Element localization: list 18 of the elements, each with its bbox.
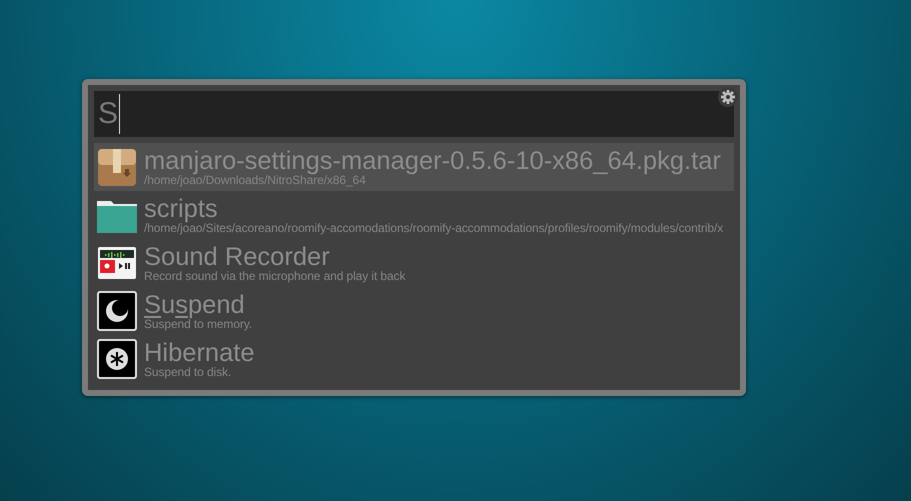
search-field[interactable]: S bbox=[94, 91, 734, 137]
result-title: Hibernate bbox=[144, 340, 255, 366]
result-item[interactable]: Sound Recorder Record sound via the microphone and play it back bbox=[94, 239, 734, 287]
result-description: Record sound via the microphone and play it back bbox=[144, 270, 406, 282]
result-description: Suspend to memory. bbox=[144, 318, 252, 330]
result-description: Suspend to disk. bbox=[144, 366, 232, 378]
settings-icon[interactable] bbox=[718, 87, 738, 107]
result-title: scripts bbox=[144, 196, 219, 222]
result-description: /home/joao/Sites/acoreano/roomify-accomodations/roomify-accommodations/profiles/roomify/modules/contrib/x bbox=[144, 222, 724, 234]
moon-icon bbox=[97, 291, 137, 331]
result-item[interactable]: Suspend Suspend to memory. bbox=[94, 287, 734, 335]
result-title: Suspend bbox=[144, 292, 246, 318]
result-title: manjaro-settings-manager-0.5.6-10-x86_64.pkg.tar bbox=[144, 148, 721, 174]
snowflake-icon bbox=[97, 339, 137, 379]
result-item[interactable]: Hibernate Suspend to disk. bbox=[94, 335, 734, 383]
package-icon bbox=[97, 147, 137, 187]
result-item[interactable]: scripts /home/joao/Sites/acoreano/roomify-accomodations/roomify-accommodations/profiles/roomify/modules/contrib/x bbox=[94, 191, 734, 239]
result-title: Sound Recorder bbox=[144, 244, 331, 270]
